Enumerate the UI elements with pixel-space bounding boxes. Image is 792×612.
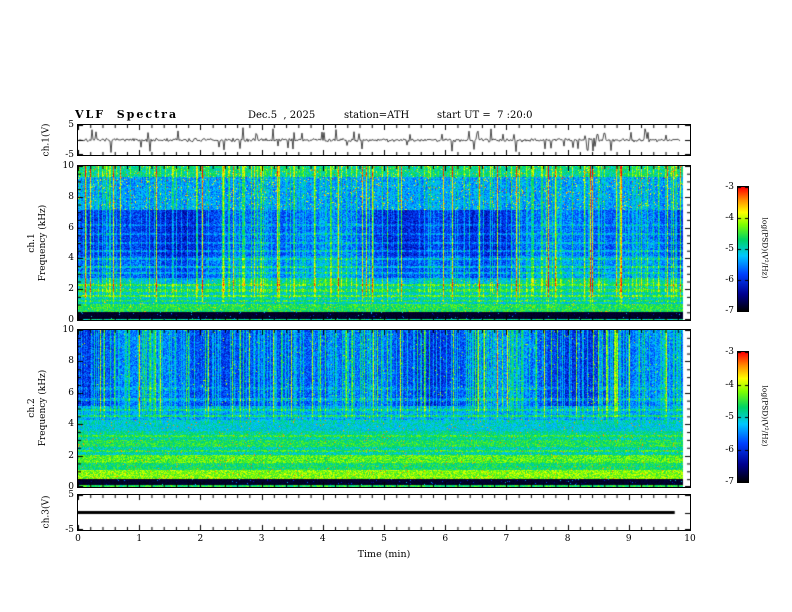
spec2-y-tick-labels: 10 8 6 4 2 0 <box>50 325 74 492</box>
x-tick-labels: 0 1 2 3 4 5 6 7 8 9 10 <box>75 534 696 546</box>
ch3-flatline-panel <box>77 494 691 531</box>
y-tick-label: 2 <box>68 284 74 295</box>
y-tick-label: 8 <box>68 356 74 367</box>
y-tick-label: 0 <box>68 315 74 325</box>
ch2-spectrogram-panel <box>77 329 691 488</box>
x-tick-label: 7 <box>503 534 510 544</box>
colorbar-1-label: log(PSD)(V²/Hz) <box>760 217 770 279</box>
x-tick-label: 6 <box>442 534 449 544</box>
y-tick-label: -5 <box>65 525 74 535</box>
y-tick-label: 6 <box>68 222 74 233</box>
ch2-frequency-axis-label-line2: Frequency (kHz) <box>38 369 48 447</box>
colorbar-2-tick-labels: -3 -4 -5 -6 -7 <box>706 347 734 487</box>
y-tick-label: -5 <box>725 244 734 254</box>
y-tick-label: 5 <box>68 490 74 500</box>
header-start-ut: start UT = 7 :20:0 <box>437 110 533 121</box>
y-tick-label: 10 <box>62 325 74 335</box>
ch1-frequency-axis-label-line1: ch.1 <box>27 233 37 253</box>
x-axis-label: Time (min) <box>357 549 411 560</box>
x-tick-label: 1 <box>136 534 143 544</box>
x-tick-label: 2 <box>197 534 204 544</box>
y-tick-label: -7 <box>725 477 734 487</box>
x-tick-label: 10 <box>684 534 696 544</box>
ch1-waveform-canvas <box>78 125 690 155</box>
ch1-waveform-panel <box>77 124 691 156</box>
y-tick-label: -3 <box>725 182 734 192</box>
y-tick-label: 5 <box>68 120 74 130</box>
y-tick-label: 4 <box>68 419 74 430</box>
y-tick-label: 10 <box>62 161 74 171</box>
x-tick-label: 3 <box>258 534 265 544</box>
colorbar-2-canvas <box>738 352 748 482</box>
ch1-spectrogram-panel <box>77 165 691 321</box>
colorbar-1-tick-labels: -3 -4 -5 -6 -7 <box>706 182 734 316</box>
spec1-y-tick-labels: 10 8 6 4 2 0 <box>50 161 74 325</box>
colorbar-2-label: log(PSD)(V²/Hz) <box>760 385 770 447</box>
ch2-frequency-axis-label: ch.2 Frequency (kHz) <box>27 370 49 447</box>
wf-y-tick-labels: 5 -5 <box>50 120 74 160</box>
y-tick-label: -6 <box>725 444 734 455</box>
ch2-frequency-axis-label-line1: ch.2 <box>27 398 37 418</box>
x-tick-label: 9 <box>625 534 632 544</box>
y-tick-label: 2 <box>68 450 74 461</box>
ch1-frequency-axis-label-line2: Frequency (kHz) <box>38 204 48 282</box>
ch1-frequency-axis-label: ch.1 Frequency (kHz) <box>27 205 49 282</box>
y-tick-label: -4 <box>725 379 734 390</box>
colorbar-2 <box>737 351 749 483</box>
x-tick-label: 5 <box>381 534 387 544</box>
y-tick-label: -6 <box>725 275 734 285</box>
ch3-flatline-canvas <box>78 495 690 530</box>
figure-title: VLF Spectra <box>75 108 179 121</box>
y-tick-label: -5 <box>725 412 734 422</box>
colorbar-1-canvas <box>738 187 748 311</box>
y-tick-label: -3 <box>725 347 734 357</box>
colorbar-1 <box>737 186 749 312</box>
x-tick-label: 0 <box>75 534 81 544</box>
vlf-spectra-figure: VLF Spectra Dec.5 , 2025 station=ATH sta… <box>0 0 792 612</box>
ch1-spectrogram-canvas <box>78 166 690 320</box>
y-tick-label: -5 <box>65 150 74 160</box>
header-station: station=ATH <box>344 110 410 121</box>
y-tick-label: -7 <box>725 306 734 316</box>
y-tick-label: -4 <box>725 213 734 223</box>
y-tick-label: 4 <box>68 253 74 264</box>
x-tick-label: 8 <box>564 534 571 544</box>
header-date: Dec.5 , 2025 <box>248 110 316 121</box>
y-tick-label: 6 <box>68 387 74 398</box>
x-tick-label: 4 <box>319 534 326 544</box>
ch2-spectrogram-canvas <box>78 330 690 487</box>
y-tick-label: 8 <box>68 191 74 202</box>
ch3-y-tick-labels: 5 -5 <box>50 490 74 535</box>
